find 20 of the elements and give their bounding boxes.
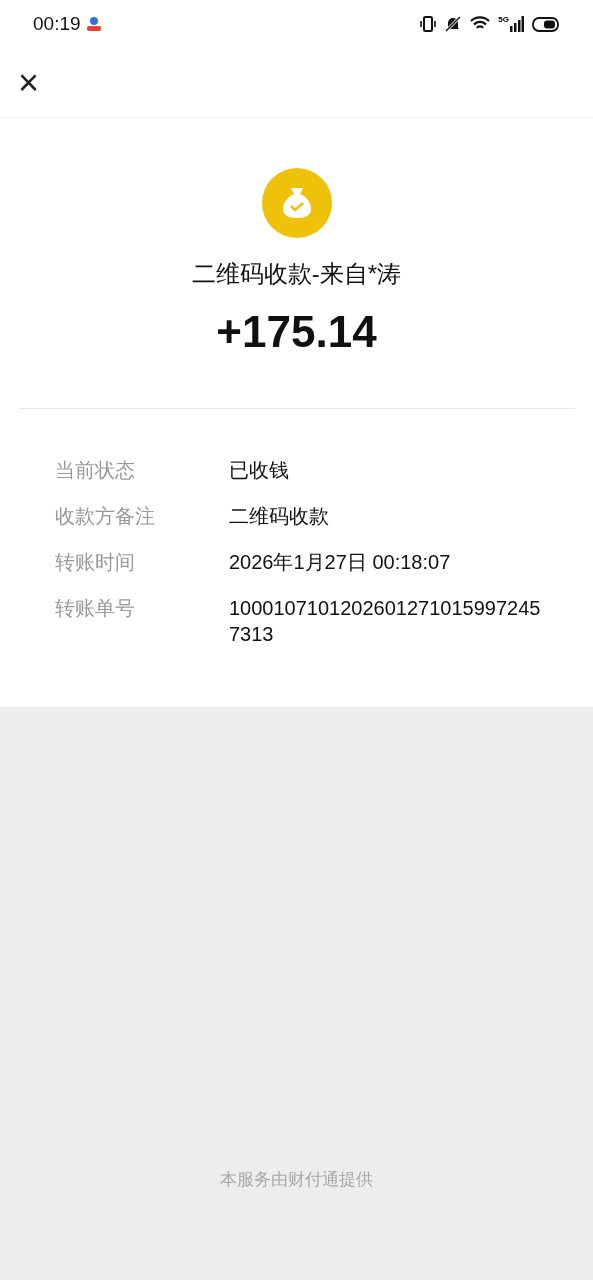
detail-value: 2026年1月27日 00:18:07 <box>229 550 452 575</box>
detail-value: 二维码收款 <box>229 504 330 529</box>
money-bag-icon <box>261 168 332 238</box>
payment-amount: +175.14 <box>216 310 377 354</box>
detail-value: 已收钱 <box>229 458 290 483</box>
status-time: 00:19 <box>33 11 81 36</box>
signal-icon <box>510 16 524 32</box>
detail-label: 当前状态 <box>55 458 136 483</box>
battery-icon <box>532 16 560 32</box>
bell-muted-icon <box>444 15 463 33</box>
payment-title: 二维码收款-来自*涛 <box>191 259 402 289</box>
network-label: 5G <box>498 16 509 24</box>
detail-label: 收款方备注 <box>55 504 156 529</box>
app-notification-icon <box>84 15 103 33</box>
footer-note: 本服务由财付通提供 <box>220 1168 373 1191</box>
detail-label: 转账单号 <box>55 596 136 621</box>
vibrate-icon <box>420 15 437 33</box>
close-button[interactable]: × <box>16 64 42 101</box>
detail-label: 转账时间 <box>55 550 136 575</box>
detail-value: 10001071012026012710159972457313 <box>229 596 542 647</box>
